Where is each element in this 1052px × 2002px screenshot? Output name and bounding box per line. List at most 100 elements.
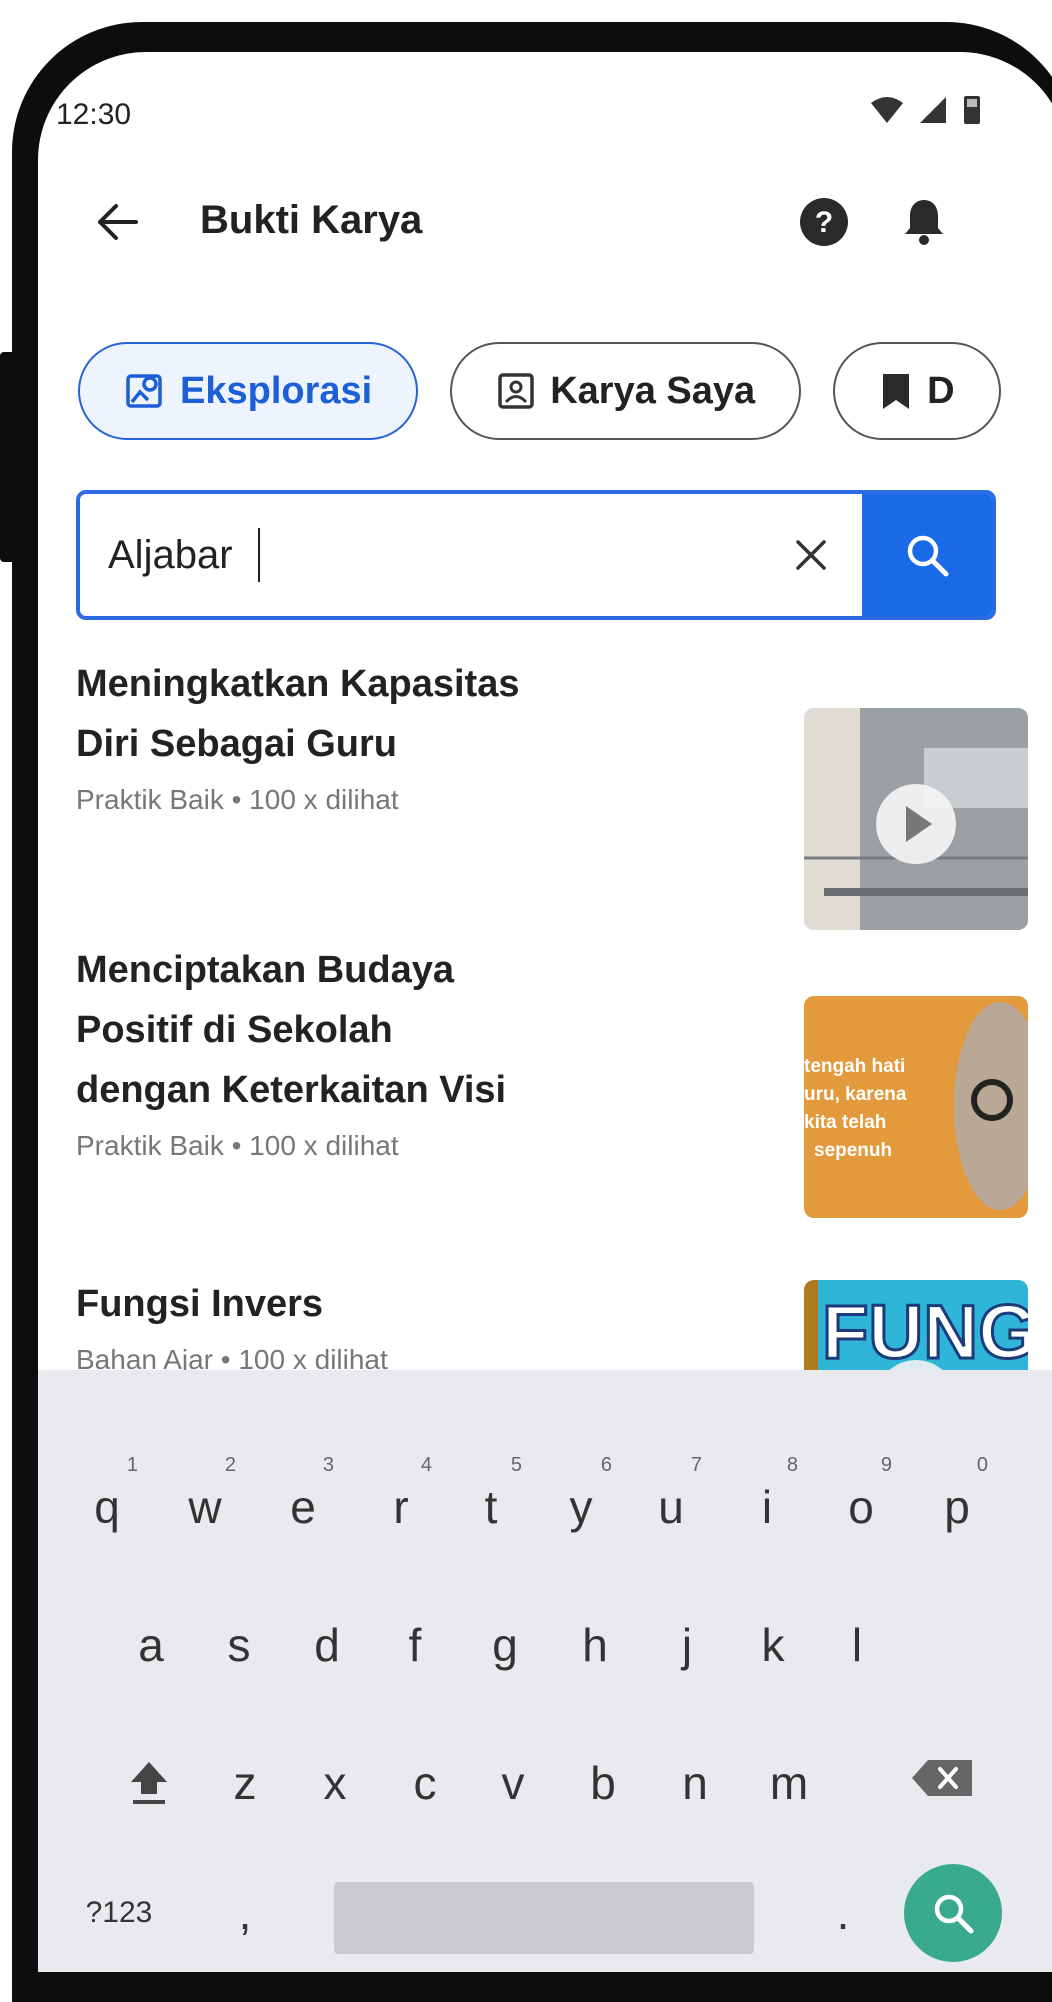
key-m[interactable]: m [754,1756,824,1810]
on-screen-keyboard: q1 w2 e3 r4 t5 y6 u7 i8 o9 p0 a s d f g … [38,1370,1052,1972]
key-a[interactable]: a [116,1618,186,1672]
key-label: p [944,1481,970,1533]
period-key[interactable]: . [808,1886,878,1940]
tab-karya-saya[interactable]: Karya Saya [450,342,802,440]
key-r[interactable]: r4 [366,1454,436,1534]
key-i[interactable]: i8 [732,1454,802,1534]
tab-label: D [927,369,955,412]
list-item[interactable]: Fungsi Invers Bahan Ajar • 100 x dilihat… [76,1274,1028,1502]
key-j[interactable]: j [652,1618,722,1672]
key-t[interactable]: t5 [456,1454,526,1534]
key-q[interactable]: q1 [72,1454,142,1534]
key-x[interactable]: x [300,1756,370,1810]
text-caret [258,528,260,582]
thumb-text: uru, karena [804,1084,907,1105]
result-title-line: Positif di Sekolah [76,1009,393,1051]
shift-key[interactable] [114,1756,184,1819]
help-icon: ? [800,198,848,246]
key-label: w [188,1481,222,1533]
result-title-line: Menciptakan Budaya [76,949,454,991]
result-title-line: Fungsi Invers [76,1283,324,1325]
search-box [76,490,996,620]
thumb-text: sepenuh [814,1140,892,1161]
list-item[interactable]: Menciptakan Budaya Positif di Sekolah de… [76,940,1028,1218]
signal-icon [920,97,946,123]
key-k[interactable]: k [738,1618,808,1672]
key-label: y [569,1481,593,1533]
result-thumbnail: tengah hati uru, karena kita telah sepen… [804,996,1028,1218]
keyboard-search-button[interactable] [904,1864,1002,1962]
key-s[interactable]: s [204,1618,274,1672]
image-search-icon [126,374,162,408]
search-input[interactable] [108,494,668,616]
key-label: i [761,1481,773,1533]
key-label: q [94,1481,120,1533]
keyboard-row-3: z x c v b n m [38,1756,1052,1836]
key-y[interactable]: y6 [546,1454,616,1534]
key-e[interactable]: e3 [268,1454,338,1534]
key-hint: 5 [510,1454,522,1476]
keyboard-row-1: q1 w2 e3 r4 t5 y6 u7 i8 o9 p0 [38,1454,1052,1560]
result-title-line: dengan Keterkaitan Visi [76,1069,507,1111]
keyboard-row-2: a s d f g h j k l [38,1618,1052,1698]
symbols-key[interactable]: ?123 [64,1896,174,1930]
page-title: Bukti Karya [200,198,423,242]
bookmark-icon [883,374,910,409]
comma-key[interactable]: , [210,1886,280,1940]
close-icon [796,540,826,570]
key-u[interactable]: u7 [636,1454,706,1534]
key-p[interactable]: p0 [922,1454,992,1534]
key-label: t [484,1481,498,1533]
portrait-icon [498,373,534,409]
key-label: u [658,1481,684,1533]
tab-eksplorasi[interactable]: Eksplorasi [78,342,419,440]
help-button[interactable]: ? [796,194,852,250]
search-icon [934,1894,974,1934]
key-hint: 7 [690,1454,702,1476]
status-time: 12:30 [56,98,132,131]
result-title: Meningkatkan Kapasitas Diri Sebagai Guru [76,654,636,774]
key-f[interactable]: f [380,1618,450,1672]
result-title: Menciptakan Budaya Positif di Sekolah de… [76,940,636,1120]
key-z[interactable]: z [210,1756,280,1810]
tab-label: Eksplorasi [180,369,373,412]
key-hint: 2 [224,1454,236,1476]
search-icon [907,535,949,577]
key-label: r [393,1481,409,1533]
key-b[interactable]: b [568,1756,638,1810]
backspace-key[interactable] [908,1756,978,1811]
wifi-icon [871,97,903,123]
key-d[interactable]: d [292,1618,362,1672]
key-hint: 3 [322,1454,334,1476]
key-h[interactable]: h [560,1618,630,1672]
tab-label: Karya Saya [550,369,756,412]
key-hint: 1 [126,1454,138,1476]
status-icons [870,94,982,126]
key-o[interactable]: o9 [826,1454,896,1534]
key-v[interactable]: v [478,1756,548,1810]
key-hint: 9 [880,1454,892,1476]
image-thumbnail: tengah hati uru, karena kita telah sepen… [804,996,1028,1218]
notification-button[interactable] [896,194,952,250]
space-bar[interactable] [334,1882,754,1954]
key-l[interactable]: l [822,1618,892,1672]
arrow-left-icon [98,204,138,240]
list-item[interactable]: Meningkatkan Kapasitas Diri Sebagai Guru… [76,654,1028,930]
key-label: e [290,1481,316,1533]
key-w[interactable]: w2 [170,1454,240,1534]
thumb-text: kita telah [804,1112,886,1133]
key-hint: 4 [420,1454,432,1476]
back-button[interactable] [86,192,146,252]
svg-text:?: ? [815,206,833,239]
key-label: o [848,1481,874,1533]
clear-search-button[interactable] [780,524,842,586]
video-thumbnail [804,708,1028,930]
search-button[interactable] [862,494,992,616]
thumb-text: tengah hati [804,1056,905,1077]
key-n[interactable]: n [660,1756,730,1810]
key-g[interactable]: g [470,1618,540,1672]
result-title: Fungsi Invers [76,1274,636,1334]
shift-icon [131,1762,167,1804]
key-c[interactable]: c [390,1756,460,1810]
tab-disimpan[interactable]: D [833,342,1001,440]
